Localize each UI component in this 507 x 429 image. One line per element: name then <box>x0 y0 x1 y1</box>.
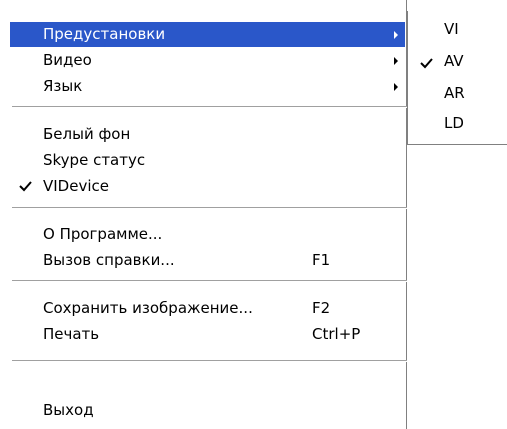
menu-item-about[interactable]: О Программе... <box>10 222 405 247</box>
menu-item-label: VIDevice <box>43 177 109 195</box>
checkmark-icon <box>19 181 32 192</box>
menu-item-shortcut: F2 <box>312 299 331 317</box>
submenu-item-vi[interactable]: VI <box>408 14 507 44</box>
menu-item-label: Выход <box>43 401 94 419</box>
submenu-shadow <box>407 145 507 149</box>
context-menu: Предустановки Видео Язык Белый фон Skype… <box>0 0 407 429</box>
checkmark-icon <box>420 58 433 69</box>
menu-item-label: Skype статус <box>43 151 146 169</box>
menu-item-print[interactable]: Печать Ctrl+P <box>10 322 405 347</box>
menu-item-label: Язык <box>43 77 83 95</box>
menu-item-white-background[interactable]: Белый фон <box>10 122 405 147</box>
menu-item-label: О Программе... <box>43 225 163 243</box>
menu-item-save-image[interactable]: Сохранить изображение... F2 <box>10 296 405 321</box>
submenu-item-av[interactable]: AV <box>408 46 507 76</box>
menu-item-language[interactable]: Язык <box>10 74 405 99</box>
menu-separator <box>12 106 407 108</box>
menu-item-exit[interactable]: Выход <box>10 398 405 423</box>
menu-item-videvice[interactable]: VIDevice <box>10 174 405 199</box>
menu-item-video[interactable]: Видео <box>10 48 405 73</box>
submenu-item-ar[interactable]: AR <box>408 78 507 108</box>
menu-item-label: Белый фон <box>43 125 131 143</box>
menu-item-presets[interactable]: Предустановки <box>10 22 405 47</box>
submenu-arrow-icon <box>394 83 398 91</box>
submenu-item-label: AV <box>444 52 464 70</box>
menu-item-label: Вызов справки... <box>43 251 175 269</box>
menu-separator <box>12 280 407 282</box>
menu-separator <box>12 207 407 209</box>
menu-item-label: Печать <box>43 325 100 343</box>
submenu-arrow-icon <box>394 31 398 39</box>
submenu-arrow-icon <box>394 57 398 65</box>
presets-submenu: VI AV AR LD <box>407 11 507 145</box>
menu-item-help[interactable]: Вызов справки... F1 <box>10 248 405 273</box>
menu-item-skype-status[interactable]: Skype статус <box>10 148 405 173</box>
submenu-item-label: VI <box>444 20 459 38</box>
menu-item-shortcut: Ctrl+P <box>312 325 361 343</box>
menu-item-label: Сохранить изображение... <box>43 299 253 317</box>
submenu-item-label: AR <box>444 84 465 102</box>
submenu-item-ld[interactable]: LD <box>408 108 507 138</box>
submenu-item-label: LD <box>444 114 464 132</box>
menu-item-label: Предустановки <box>43 25 166 43</box>
menu-separator <box>12 360 407 362</box>
menu-item-label: Видео <box>43 51 92 69</box>
menu-item-shortcut: F1 <box>312 251 331 269</box>
